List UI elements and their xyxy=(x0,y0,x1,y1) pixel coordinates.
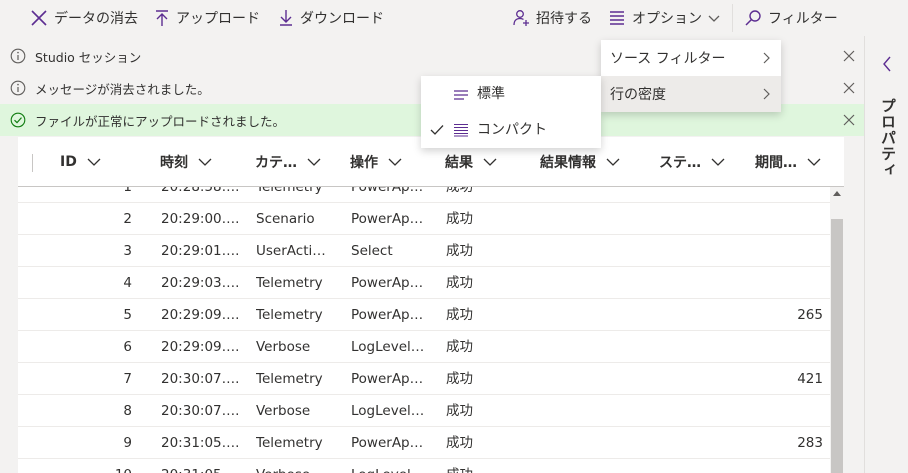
close-icon[interactable] xyxy=(842,81,856,95)
menu-item-source-filter[interactable]: ソース フィルター xyxy=(601,40,781,76)
menu-item-density-standard[interactable]: 標準 xyxy=(421,76,601,112)
arrow-down-icon xyxy=(280,10,292,26)
scroll-up-arrow-icon[interactable] xyxy=(833,191,841,196)
scroll-thumb[interactable] xyxy=(831,219,843,473)
chevron-right-icon xyxy=(763,52,770,64)
table-row[interactable]: 3 20:29:01…. UserActi… Select 成功 xyxy=(18,235,830,267)
search-icon xyxy=(745,10,761,26)
toolbar-divider xyxy=(732,4,733,32)
column-header-duration[interactable]: 期間… xyxy=(755,137,821,187)
invite-button[interactable]: 招待する xyxy=(512,0,592,36)
column-header-category[interactable]: カテ… xyxy=(255,137,321,187)
info-icon xyxy=(10,48,26,64)
chevron-down-icon xyxy=(87,158,101,166)
menu-item-label: ソース フィルター xyxy=(610,51,726,67)
table-row[interactable]: 7 20:30:07…. Telemetry PowerAp… 成功 421 xyxy=(18,363,830,395)
column-header-operation[interactable]: 操作 xyxy=(350,137,402,187)
table-row[interactable]: 5 20:29:09…. Telemetry PowerAp… 成功 265 xyxy=(18,299,830,331)
row-density-submenu: 標準 コンパクト xyxy=(421,76,601,148)
column-separator xyxy=(32,154,33,172)
chevron-left-icon[interactable] xyxy=(882,56,892,72)
properties-panel-label: プロパティ xyxy=(879,98,897,178)
column-header-id[interactable]: ID xyxy=(60,137,101,187)
table-row[interactable]: 6 20:29:09…. Verbose LogLevel… 成功 xyxy=(18,331,830,363)
checkmark-icon xyxy=(430,125,444,135)
list-icon xyxy=(610,11,624,25)
info-icon xyxy=(10,80,26,96)
table-row[interactable]: 9 20:31:05…. Telemetry PowerAp… 成功 283 xyxy=(18,427,830,459)
banner-text: メッセージが消去されました。 xyxy=(35,81,210,97)
menu-item-label: 行の密度 xyxy=(610,87,666,103)
monitor-grid: ID 時刻 カテ… 操作 結果 結果情報 ステ… 期間… 1 20:28:58….… xyxy=(18,137,844,473)
density-standard-icon xyxy=(454,90,468,100)
column-header-time[interactable]: 時刻 xyxy=(160,137,212,187)
chevron-down-icon xyxy=(388,158,402,166)
clear-data-button[interactable]: データの消去 xyxy=(30,0,138,36)
invite-label: 招待する xyxy=(536,11,592,27)
chevron-down-icon xyxy=(606,158,620,166)
chevron-down-icon xyxy=(807,158,821,166)
options-menu: ソース フィルター 行の密度 xyxy=(601,40,781,112)
menu-item-label: 標準 xyxy=(477,86,505,102)
vertical-scrollbar[interactable] xyxy=(830,187,844,473)
chevron-down-icon xyxy=(711,158,725,166)
banner-text: ファイルが正常にアップロードされました。 xyxy=(35,113,286,129)
download-label: ダウンロード xyxy=(300,11,384,27)
table-row[interactable]: 1020:31:05….VerboseLogLevel…成功 xyxy=(18,459,830,473)
check-circle-icon xyxy=(10,112,26,128)
arrow-up-icon xyxy=(156,10,168,26)
upload-label: アップロード xyxy=(176,11,260,27)
options-button[interactable]: オプション xyxy=(608,0,720,36)
clear-data-label: データの消去 xyxy=(54,11,138,27)
banner-text: Studio セッション xyxy=(35,49,142,65)
filter-button[interactable]: フィルター xyxy=(744,0,838,36)
density-compact-icon xyxy=(454,123,468,137)
chevron-down-icon xyxy=(307,158,321,166)
command-bar: データの消去 アップロード ダウンロード 招待する オプション フィルター xyxy=(0,0,908,36)
table-row[interactable]: 8 20:30:07…. Verbose LogLevel… 成功 xyxy=(18,395,830,427)
close-icon[interactable] xyxy=(842,49,856,63)
close-icon xyxy=(31,10,47,26)
column-header-status[interactable]: ステ… xyxy=(659,137,725,187)
download-button[interactable]: ダウンロード xyxy=(278,0,384,36)
chevron-down-icon xyxy=(708,15,720,22)
options-label: オプション xyxy=(632,11,702,27)
add-person-icon xyxy=(513,10,529,26)
close-icon[interactable] xyxy=(842,113,856,127)
table-row[interactable]: 4 20:29:03…. Telemetry PowerAp… 成功 xyxy=(18,267,830,299)
chevron-right-icon xyxy=(763,88,770,100)
table-row[interactable]: 2 20:29:00…. Scenario PowerAp… 成功 xyxy=(18,203,830,235)
chevron-down-icon xyxy=(198,158,212,166)
properties-panel: プロパティ xyxy=(864,36,908,473)
filter-label: フィルター xyxy=(768,11,838,27)
menu-item-density-compact[interactable]: コンパクト xyxy=(421,112,601,148)
menu-item-label: コンパクト xyxy=(477,122,547,138)
chevron-down-icon xyxy=(483,158,497,166)
upload-button[interactable]: アップロード xyxy=(154,0,260,36)
menu-item-row-density[interactable]: 行の密度 xyxy=(601,76,781,112)
